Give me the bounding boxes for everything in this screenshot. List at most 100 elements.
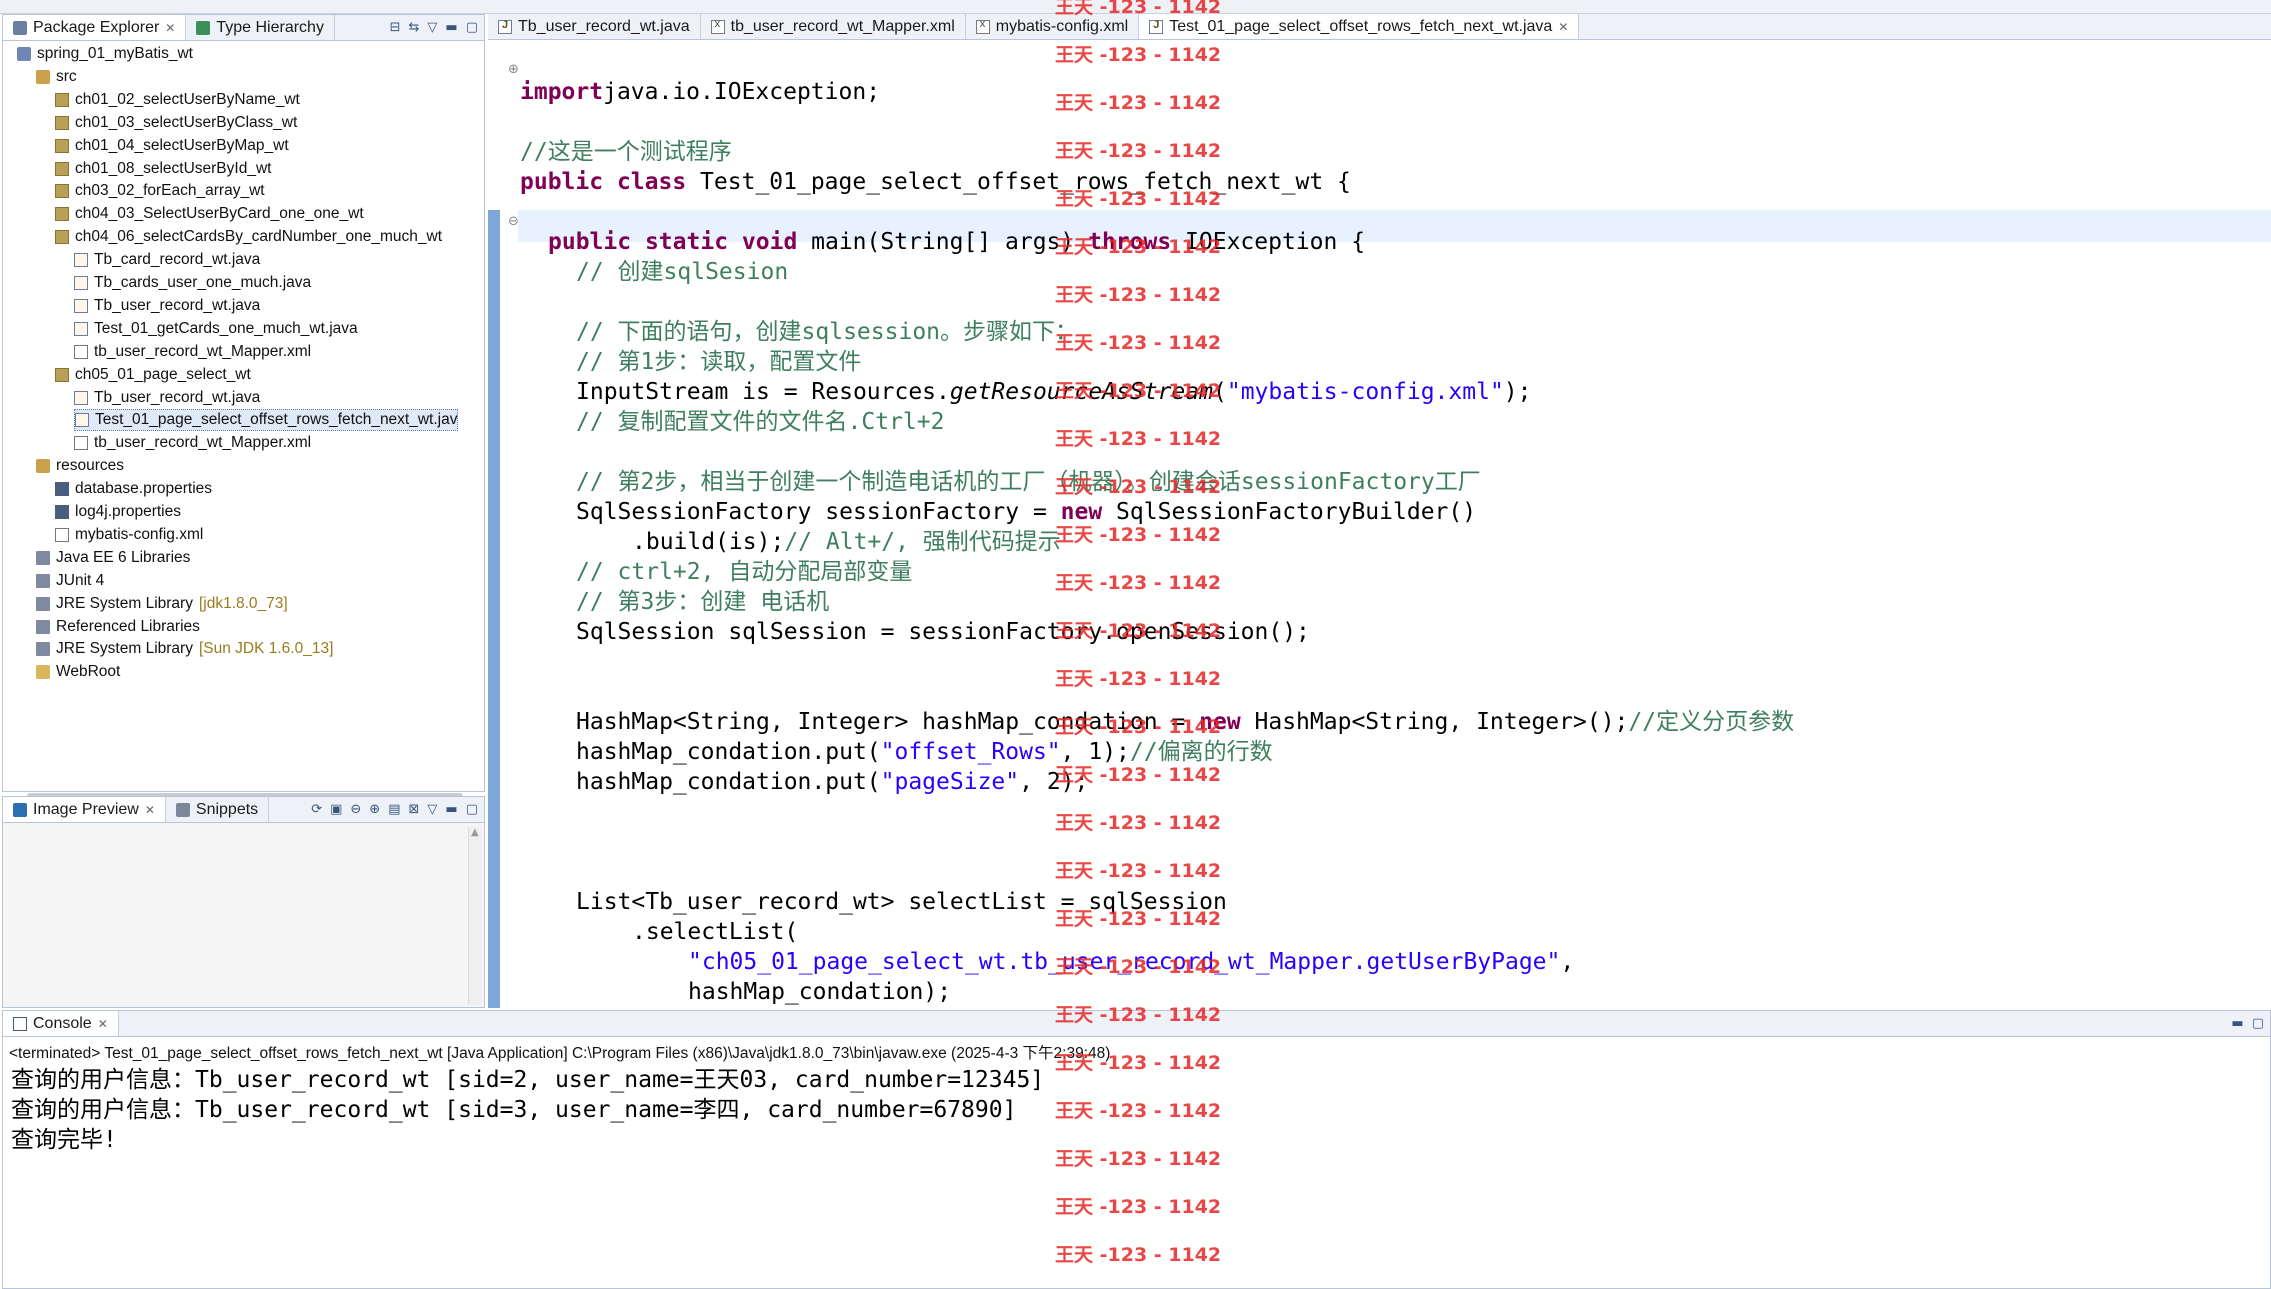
tree-item[interactable]: mybatis-config.xml <box>55 524 203 546</box>
save-image-icon[interactable]: ▣ <box>330 802 342 817</box>
tree-item[interactable]: tb_user_record_wt_Mapper.xml <box>74 341 311 363</box>
tree-item[interactable]: log4j.properties <box>55 501 181 523</box>
watermark-text: 王天 -123 - 1142 <box>1055 956 1222 978</box>
xml-file-icon <box>74 344 88 359</box>
tree-item[interactable]: ch01_08_selectUserById_wt <box>55 158 271 180</box>
close-icon[interactable]: ✕ <box>145 803 155 817</box>
close-icon[interactable]: ✕ <box>165 21 175 35</box>
editor-tab-label: Test_01_page_select_offset_rows_fetch_ne… <box>1169 17 1553 35</box>
properties-file-icon <box>55 482 69 497</box>
tree-item[interactable]: Tb_cards_user_one_much.java <box>74 272 311 294</box>
watermark-text: 王天 -123 - 1142 <box>1055 572 1222 594</box>
image-preview-view: Image Preview ✕ Snippets ⟳ ▣ ⊖ ⊕ ▤ ⊠ ▽ ▬… <box>2 796 485 1008</box>
tab-label: Snippets <box>195 800 259 818</box>
zoom-out-icon[interactable]: ⊖ <box>350 802 361 817</box>
tab-type-hierarchy[interactable]: Type Hierarchy <box>186 15 335 40</box>
code-token: // 第3步：创建 电话机 <box>576 589 830 615</box>
tree-item[interactable]: ch01_04_selectUserByMap_wt <box>55 135 289 157</box>
package-icon <box>55 161 69 176</box>
watermark-text: 王天 -123 - 1142 <box>1055 1004 1222 1026</box>
watermark-text: 王天 -123 - 1142 <box>1055 332 1222 354</box>
watermark-text: 王天 -123 - 1142 <box>1055 1100 1222 1122</box>
tree-item-label: ch01_03_selectUserByClass_wt <box>75 113 298 131</box>
view-menu-icon[interactable]: ▽ <box>427 802 437 817</box>
editor-tab[interactable]: tb_user_record_wt_Mapper.xml <box>701 14 966 39</box>
watermark-text: 王天 -123 - 1142 <box>1055 140 1222 162</box>
package-icon <box>55 115 69 130</box>
tree-item-label: Referenced Libraries <box>56 617 200 635</box>
code-line: // 下面的语句，创建sqlsession。步骤如下： <box>576 317 1078 347</box>
tree-item[interactable]: ch04_06_selectCardsBy_cardNumber_one_muc… <box>55 226 442 248</box>
tree-item[interactable]: Tb_card_record_wt.java <box>74 249 260 271</box>
minimize-icon[interactable]: ▬ <box>445 802 457 817</box>
view-menu-icon[interactable]: ▽ <box>427 20 437 35</box>
tree-item[interactable]: Referenced Libraries <box>36 616 200 638</box>
tree-item[interactable]: ch04_03_SelectUserByCard_one_one_wt <box>55 203 364 225</box>
tree-item[interactable]: JUnit 4 <box>36 570 104 592</box>
tree-item[interactable]: resources <box>36 455 124 477</box>
tree-item[interactable]: Tb_user_record_wt.java <box>74 387 260 409</box>
tree-item-label: ch04_06_selectCardsBy_cardNumber_one_muc… <box>75 228 443 246</box>
folder-icon <box>36 665 50 680</box>
link-with-editor-icon[interactable]: ⇆ <box>409 20 420 35</box>
preview-tabbar: Image Preview ✕ Snippets ⟳ ▣ ⊖ ⊕ ▤ ⊠ ▽ ▬… <box>3 797 484 823</box>
code-line: //这是一个测试程序 <box>520 137 732 167</box>
code-line: InputStream is = Resources.getResourceAs… <box>576 377 1532 407</box>
code-line: .selectList( <box>632 917 798 947</box>
fit-icon[interactable]: ▤ <box>388 802 400 817</box>
maximize-icon[interactable]: ▢ <box>466 20 478 35</box>
tree-item[interactable]: ch01_03_selectUserByClass_wt <box>55 112 297 134</box>
tree-item[interactable]: spring_01_myBatis_wt <box>17 43 193 65</box>
collapse-all-icon[interactable]: ⊟ <box>390 20 401 35</box>
tree-item[interactable]: WebRoot <box>36 661 120 683</box>
tree-item-label: WebRoot <box>56 663 121 681</box>
vertical-scrollbar[interactable] <box>468 827 482 1005</box>
fold-collapse-icon[interactable]: ⊖ <box>508 214 519 229</box>
code-token: void <box>741 229 798 255</box>
close-icon[interactable]: ✕ <box>98 1017 108 1031</box>
project-icon <box>17 47 31 61</box>
code-line: SqlSessionFactory sessionFactory = new S… <box>576 497 1476 527</box>
maximize-icon[interactable]: ▢ <box>2252 1016 2264 1031</box>
tree-item[interactable]: src <box>36 66 77 88</box>
tree-item[interactable]: Test_01_page_select_offset_rows_fetch_ne… <box>74 409 459 432</box>
editor-tab[interactable]: Tb_user_record_wt.java <box>488 14 701 39</box>
tree-item[interactable]: JRE System Library [jdk1.8.0_73] <box>36 593 288 615</box>
tree-item-label: ch05_01_page_select_wt <box>75 365 251 383</box>
code-editor[interactable]: Tb_user_record_wt.java tb_user_record_wt_… <box>488 14 2271 1008</box>
tree-item[interactable]: Tb_user_record_wt.java <box>74 295 260 317</box>
tree-item[interactable]: ch05_01_page_select_wt <box>55 364 251 386</box>
fold-expand-icon[interactable]: ⊕ <box>508 62 519 77</box>
tree-item[interactable]: tb_user_record_wt_Mapper.xml <box>74 432 311 454</box>
refresh-icon[interactable]: ⟳ <box>311 802 322 817</box>
watermark-text: 王天 -123 - 1142 <box>1055 1052 1222 1074</box>
zoom-in-icon[interactable]: ⊕ <box>369 802 380 817</box>
tree-item[interactable]: ch01_02_selectUserByName_wt <box>55 89 300 111</box>
code-token: //这是一个测试程序 <box>520 139 732 165</box>
watermark-text: 王天 -123 - 1142 <box>1055 236 1222 258</box>
close-icon[interactable]: ✕ <box>1558 20 1568 34</box>
code-token: public <box>548 229 632 255</box>
tree-item-label: Test_01_page_select_offset_rows_fetch_ne… <box>95 411 458 429</box>
watermark-text: 王天 -123 - 1142 <box>1055 908 1222 930</box>
tree-item[interactable]: ch03_02_forEach_array_wt <box>55 180 265 202</box>
xml-file-icon <box>74 436 88 451</box>
tree-item[interactable]: JRE System Library [Sun JDK 1.6.0_13] <box>36 638 333 660</box>
code-token: "mybatis-config.xml" <box>1226 379 1504 405</box>
library-icon <box>36 642 50 657</box>
code-token: main(String[] args) <box>797 229 1089 255</box>
tab-console[interactable]: Console ✕ <box>3 1011 119 1036</box>
maximize-icon[interactable]: ▢ <box>466 802 478 817</box>
tab-package-explorer[interactable]: Package Explorer ✕ <box>3 15 187 40</box>
minimize-icon[interactable]: ▬ <box>2231 1016 2243 1031</box>
tab-image-preview[interactable]: Image Preview ✕ <box>3 797 166 822</box>
tree-item[interactable]: database.properties <box>55 478 212 500</box>
actual-size-icon[interactable]: ⊠ <box>409 802 420 817</box>
tree-item[interactable]: Test_01_getCards_one_much_wt.java <box>74 318 358 340</box>
tree-item[interactable]: Java EE 6 Libraries <box>36 547 190 569</box>
code-token: // 第1步：读取，配置文件 <box>576 349 862 375</box>
minimize-icon[interactable]: ▬ <box>445 20 457 35</box>
tab-snippets[interactable]: Snippets <box>166 797 270 822</box>
tree-item-label: Tb_cards_user_one_much.java <box>94 274 312 291</box>
editor-tab-label: tb_user_record_wt_Mapper.xml <box>730 17 955 35</box>
